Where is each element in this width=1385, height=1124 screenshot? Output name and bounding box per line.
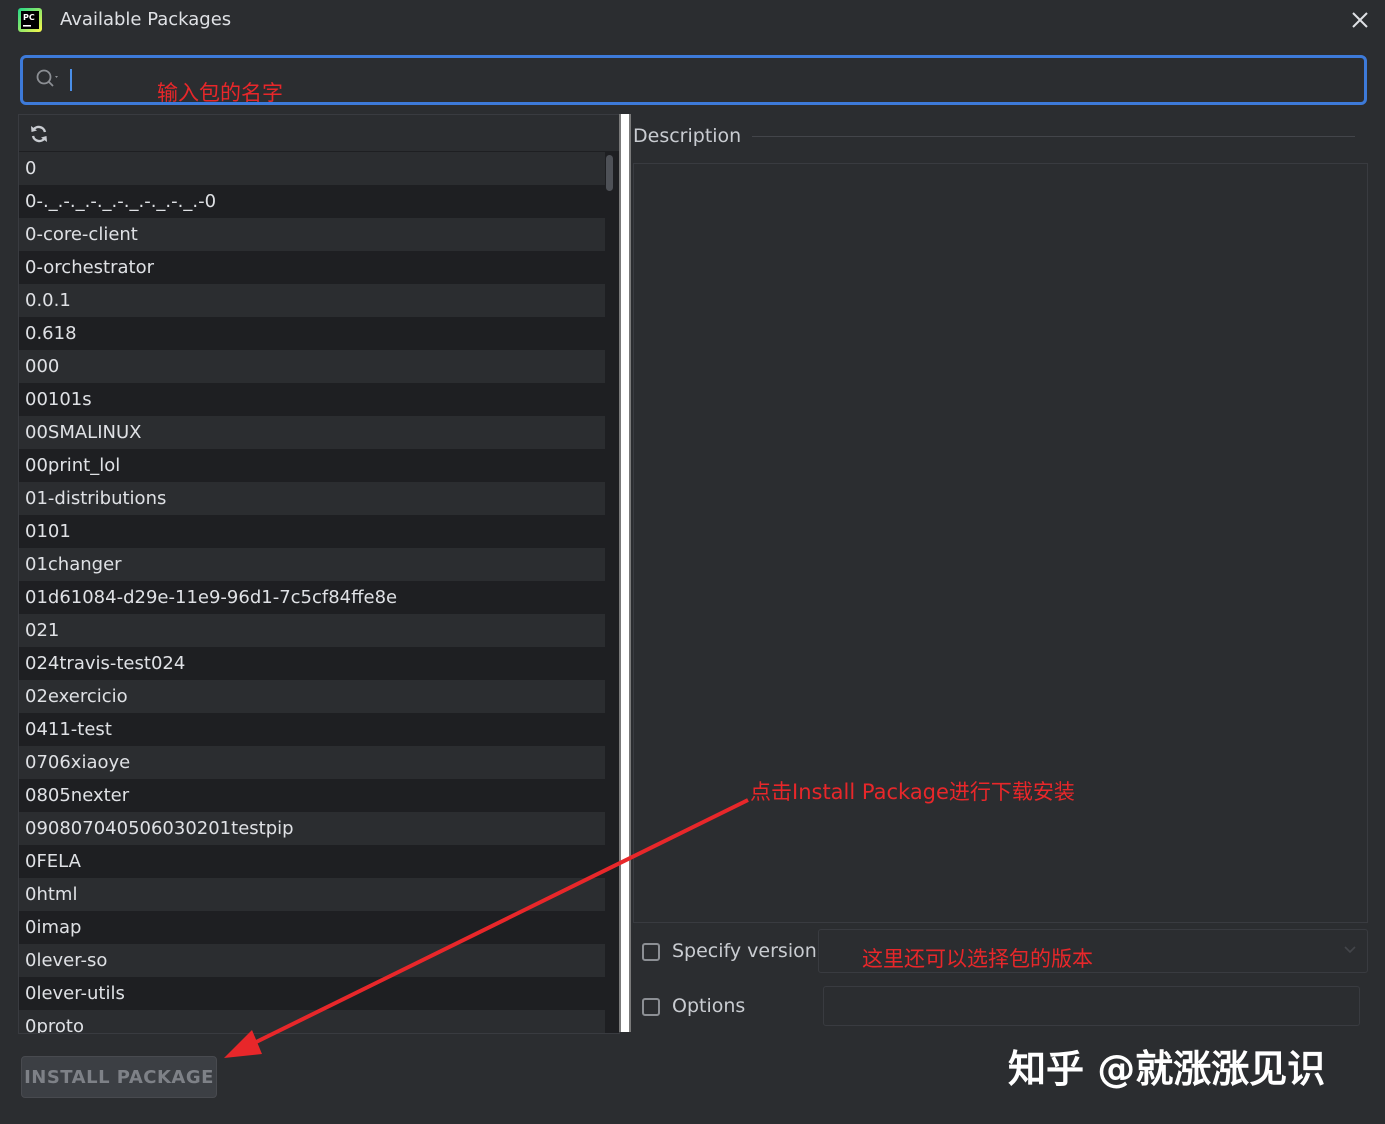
package-row[interactable]: 01changer (19, 548, 605, 581)
package-row[interactable]: 0lever-so (19, 944, 605, 977)
package-row[interactable]: 01d61084-d29e-11e9-96d1-7c5cf84ffe8e (19, 581, 605, 614)
package-row[interactable]: 01-distributions (19, 482, 605, 515)
search-icon (36, 69, 58, 87)
list-toolbar (19, 115, 619, 151)
specify-version-label: Specify version (672, 940, 817, 962)
panel-splitter[interactable] (619, 114, 631, 1032)
package-row[interactable]: 0FELA (19, 845, 605, 878)
specify-version-checkbox[interactable] (642, 943, 660, 961)
package-row[interactable]: 0.0.1 (19, 284, 605, 317)
install-annotation: 点击Install Package进行下载安装 (750, 780, 1075, 804)
search-annotation: 输入包的名字 (157, 81, 283, 105)
options-label: Options (672, 995, 746, 1017)
options-input[interactable] (823, 986, 1360, 1026)
options-checkbox[interactable] (642, 998, 660, 1016)
package-row[interactable]: 0-._.-._.-._.-._.-._.-._.-0 (19, 185, 605, 218)
package-row[interactable]: 0-core-client (19, 218, 605, 251)
description-divider (752, 136, 1355, 137)
package-list-panel: 0 0-._.-._.-._.-._.-._.-._.-0 0-core-clien… (18, 114, 620, 1034)
description-label: Description (633, 125, 742, 147)
list-scrollbar[interactable] (606, 155, 613, 191)
package-list: 0 0-._.-._.-._.-._.-._.-._.-0 0-core-clien… (19, 152, 605, 1033)
package-row[interactable]: 0.618 (19, 317, 605, 350)
package-row[interactable]: 021 (19, 614, 605, 647)
pycharm-logo-icon: PC (18, 8, 42, 32)
version-annotation: 这里还可以选择包的版本 (862, 947, 1093, 971)
package-row[interactable]: 00SMALINUX (19, 416, 605, 449)
watermark: 知乎 @就涨涨见识 (1008, 1047, 1326, 1091)
refresh-icon[interactable] (29, 124, 49, 144)
package-row[interactable]: 0805nexter (19, 779, 605, 812)
install-package-button[interactable]: INSTALL PACKAGE (21, 1056, 217, 1098)
package-row[interactable]: 0706xiaoye (19, 746, 605, 779)
package-row[interactable]: 0908070405060302​01testpip (19, 812, 605, 845)
package-row[interactable]: 0lever-utils (19, 977, 605, 1010)
package-row[interactable]: 0411-test (19, 713, 605, 746)
close-icon[interactable] (1348, 8, 1372, 32)
package-row[interactable]: 00101s (19, 383, 605, 416)
description-area (633, 163, 1368, 923)
package-row[interactable]: 0101 (19, 515, 605, 548)
title-bar: PC Available Packages (0, 0, 1385, 44)
window-title: Available Packages (60, 9, 232, 30)
chevron-down-icon (1344, 946, 1356, 954)
package-row[interactable]: 0proto (19, 1010, 605, 1033)
package-row[interactable]: 00print_lol (19, 449, 605, 482)
package-row[interactable]: 02exercicio (19, 680, 605, 713)
package-row[interactable]: 024travis-test024 (19, 647, 605, 680)
svg-text:PC: PC (23, 13, 35, 22)
package-row[interactable]: 0-orchestrator (19, 251, 605, 284)
package-row[interactable]: 000 (19, 350, 605, 383)
package-row[interactable]: 0imap (19, 911, 605, 944)
package-row[interactable]: 0html (19, 878, 605, 911)
package-row[interactable]: 0 (19, 152, 605, 185)
